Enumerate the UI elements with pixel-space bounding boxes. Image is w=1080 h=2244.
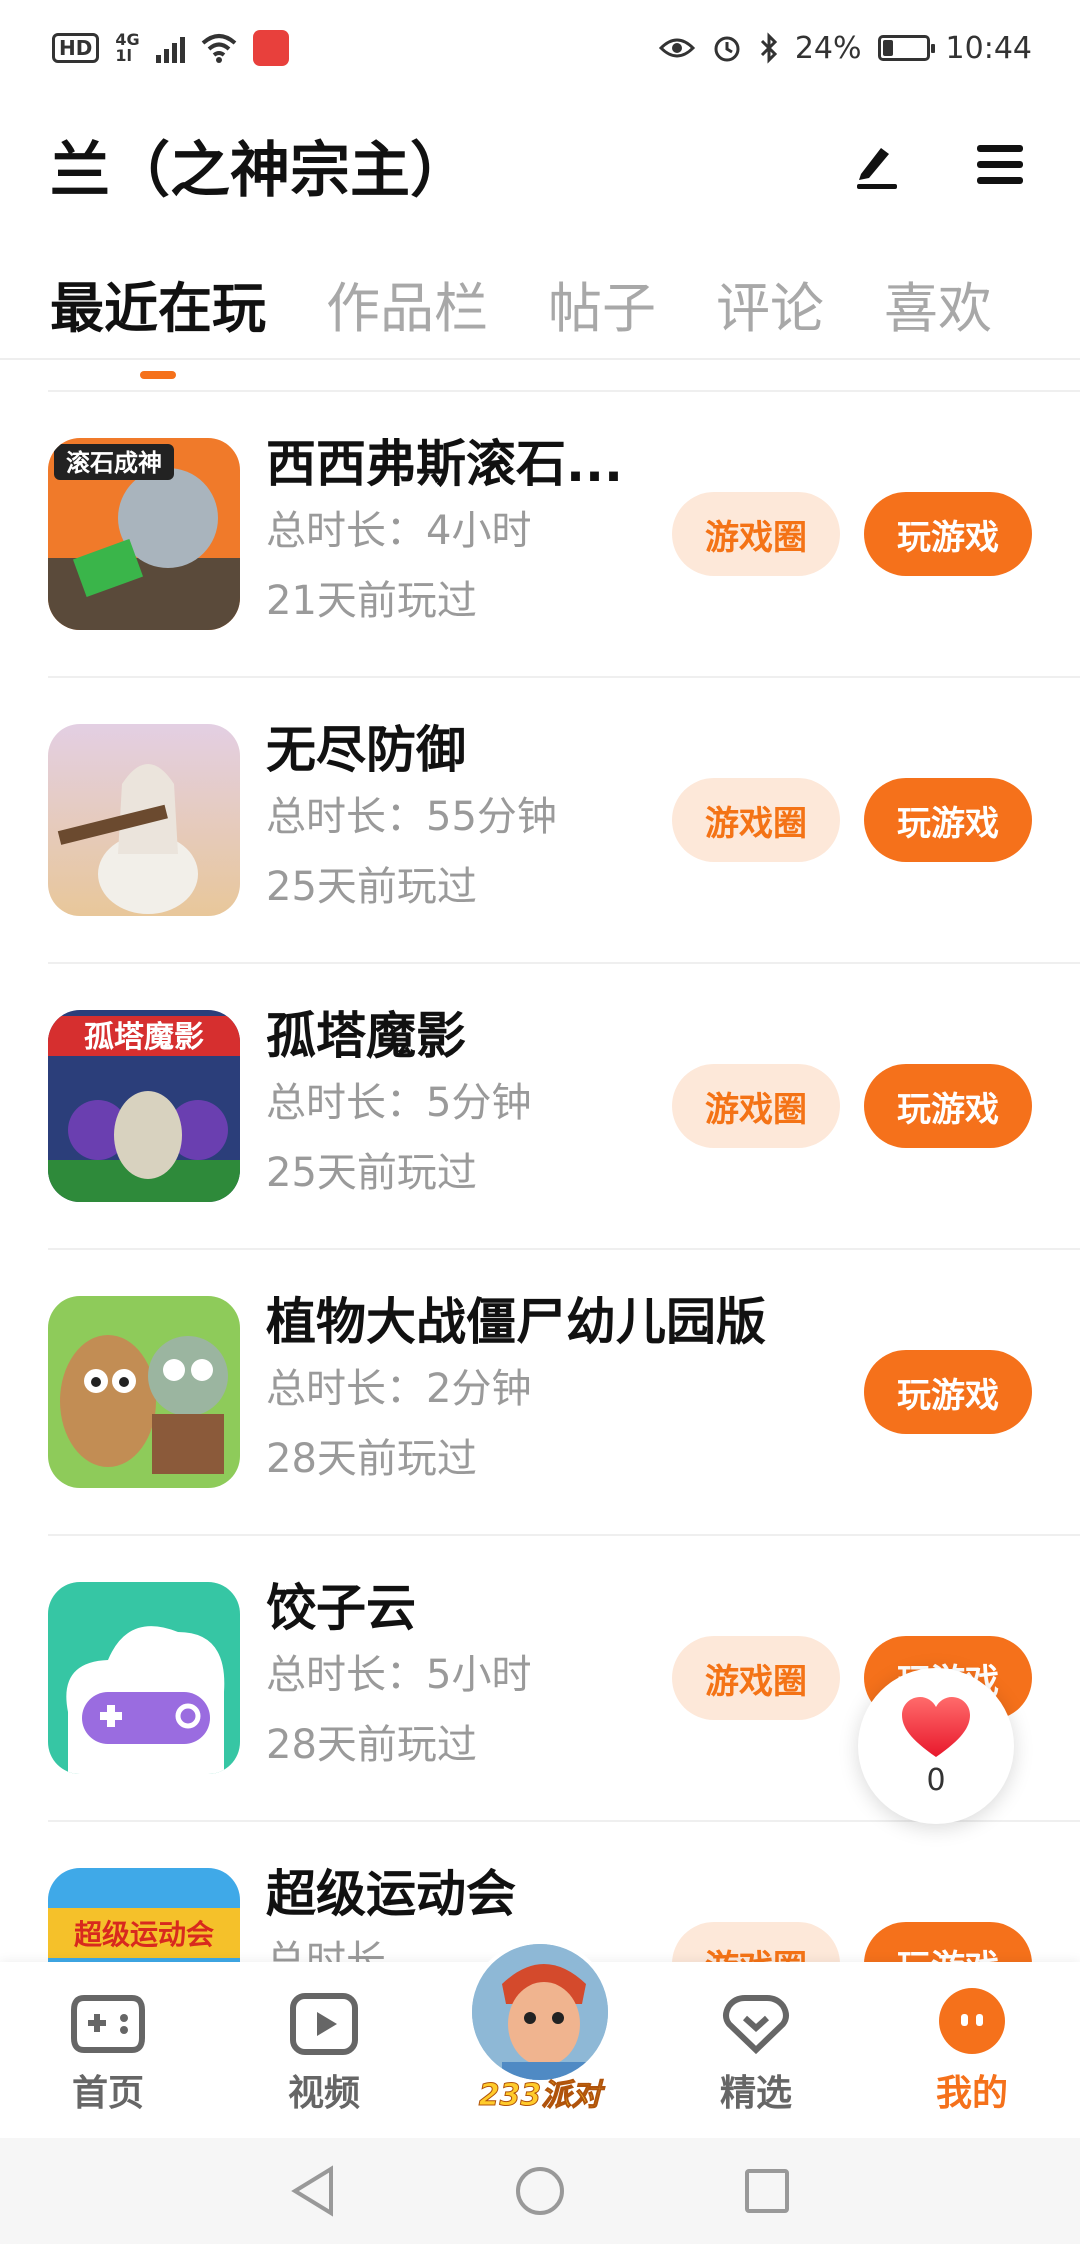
play-game-button[interactable]: 玩游戏: [864, 1064, 1032, 1148]
like-count: 0: [926, 1762, 946, 1798]
game-thumbnail[interactable]: 滚石成神: [48, 438, 240, 630]
last-played: 25天前玩过: [266, 864, 477, 910]
game-info: 西西弗斯滚石... 总时长：4小时 21天前玩过: [266, 432, 623, 636]
thumbnail-text: 孤塔魔影: [84, 1020, 204, 1055]
play-game-button[interactable]: 玩游戏: [864, 1350, 1032, 1434]
status-bar: HD 4G 1l 24% 10:44: [0, 0, 1080, 96]
last-played: 25天前玩过: [266, 1150, 477, 1196]
tab-works[interactable]: 作品栏: [326, 250, 488, 343]
featured-heart-icon: [723, 1995, 789, 2055]
game-name: 孤塔魔影: [266, 1007, 466, 1065]
game-circle-button[interactable]: 游戏圈: [672, 1636, 840, 1720]
party-avatar[interactable]: [468, 1940, 612, 2084]
play-duration: 总时长：4小时: [266, 508, 532, 554]
game-name: 超级运动会: [266, 1865, 516, 1923]
battery-percent: 24%: [794, 30, 862, 66]
hd-badge: HD: [52, 33, 100, 63]
eye-icon: [658, 38, 695, 58]
game-thumbnail[interactable]: [48, 1582, 240, 1774]
recent-games-list: 滚石成神 西西弗斯滚石... 总时长：4小时 21天前玩过 游戏圈 玩游戏 无尽…: [0, 390, 1080, 2106]
last-played: 28天前玩过: [266, 1436, 477, 1482]
signal-icon: [155, 33, 185, 63]
list-item[interactable]: 植物大战僵尸幼儿园版 总时长：2分钟 28天前玩过 玩游戏: [48, 1248, 1080, 1534]
bluetooth-icon: [760, 32, 777, 64]
status-right: 24% 10:44: [658, 30, 1032, 66]
tab-comments[interactable]: 评论: [716, 250, 824, 343]
game-name: 无尽防御: [266, 721, 466, 779]
game-name: 植物大战僵尸幼儿园版: [266, 1293, 766, 1351]
nav-video[interactable]: 视频: [216, 1962, 432, 2138]
game-info: 饺子云 总时长：5小时 28天前玩过: [266, 1576, 531, 1780]
nav-home[interactable]: 首页: [0, 1962, 216, 2138]
game-info: 植物大战僵尸幼儿园版 总时长：2分钟 28天前玩过: [266, 1290, 766, 1494]
nav-label: 视频: [287, 2073, 360, 2114]
thumbnail-text: 超级运动会: [74, 1918, 214, 1951]
play-game-button[interactable]: 玩游戏: [864, 492, 1032, 576]
recents-icon[interactable]: [743, 2167, 791, 2215]
play-duration: 总时长：5小时: [266, 1652, 532, 1698]
heart-icon: [902, 1696, 970, 1757]
game-thumbnail[interactable]: [48, 724, 240, 916]
nav-mine[interactable]: 我的: [864, 1962, 1080, 2138]
network-type-bottom: 1l: [115, 46, 132, 65]
list-item[interactable]: 孤塔魔影 孤塔魔影 总时长：5分钟 25天前玩过 游戏圈 玩游戏: [48, 962, 1080, 1248]
home-icon[interactable]: [514, 2165, 566, 2217]
system-navigation-bar: [0, 2138, 1080, 2244]
video-icon: [290, 1993, 358, 2055]
profile-tabs: 最近在玩 作品栏 帖子 评论 喜欢: [0, 250, 1080, 360]
clock: 10:44: [945, 30, 1032, 66]
tab-recent[interactable]: 最近在玩: [50, 250, 266, 343]
game-name: 西西弗斯滚石...: [266, 435, 623, 493]
play-game-button[interactable]: 玩游戏: [864, 778, 1032, 862]
network-type: 4G 1l: [115, 32, 139, 64]
game-circle-button[interactable]: 游戏圈: [672, 492, 840, 576]
nav-label: 首页: [71, 2073, 144, 2114]
list-item[interactable]: 无尽防御 总时长：55分钟 25天前玩过 游戏圈 玩游戏: [48, 676, 1080, 962]
floating-like-button[interactable]: 0: [858, 1668, 1014, 1824]
game-info: 孤塔魔影 总时长：5分钟 25天前玩过: [266, 1004, 531, 1208]
nav-featured[interactable]: 精选: [648, 1962, 864, 2138]
app-notification-icon: [252, 30, 289, 66]
game-circle-button[interactable]: 游戏圈: [672, 778, 840, 862]
profile-header: 兰（之神宗主）: [0, 110, 1080, 220]
nav-label: 我的: [935, 2073, 1008, 2114]
play-duration: 总时长：5分钟: [266, 1080, 532, 1126]
bottom-navigation: 首页 视频 233派对 精选 我的: [0, 1940, 1080, 2138]
tab-posts[interactable]: 帖子: [548, 250, 656, 343]
game-thumbnail[interactable]: 孤塔魔影: [48, 1010, 240, 1202]
game-circle-button[interactable]: 游戏圈: [672, 1064, 840, 1148]
last-played: 21天前玩过: [266, 578, 477, 624]
play-duration: 总时长：2分钟: [266, 1366, 532, 1412]
wifi-icon: [201, 34, 236, 63]
tab-likes[interactable]: 喜欢: [884, 250, 992, 343]
alarm-icon: [714, 36, 740, 62]
thumbnail-text: 滚石成神: [66, 449, 162, 477]
nav-label: 精选: [719, 2073, 792, 2114]
last-played: 28天前玩过: [266, 1722, 477, 1768]
play-duration: 总时长：55分钟: [266, 794, 557, 840]
game-name: 饺子云: [266, 1579, 416, 1637]
back-icon[interactable]: [289, 2165, 337, 2217]
status-left: HD 4G 1l: [52, 30, 289, 66]
profile-face-icon: [939, 1988, 1005, 2054]
battery-icon: [877, 35, 935, 61]
page-title: 兰（之神宗主）: [50, 135, 470, 206]
party-label: 233派对: [478, 2078, 602, 2114]
nav-party[interactable]: 233派对: [432, 1940, 648, 2138]
game-info: 无尽防御 总时长：55分钟 25天前玩过: [266, 718, 557, 922]
edit-icon[interactable]: [846, 135, 906, 195]
game-thumbnail[interactable]: [48, 1296, 240, 1488]
gamepad-icon: [71, 1995, 145, 2053]
list-item[interactable]: 滚石成神 西西弗斯滚石... 总时长：4小时 21天前玩过 游戏圈 玩游戏: [48, 390, 1080, 676]
menu-icon[interactable]: [970, 135, 1030, 195]
